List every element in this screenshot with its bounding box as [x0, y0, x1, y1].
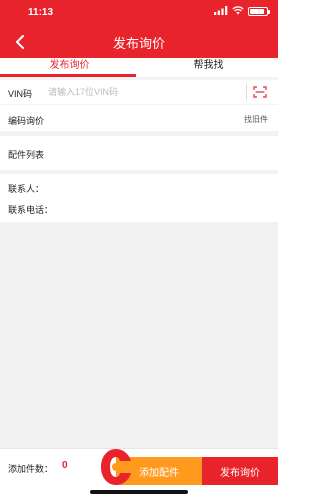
status-icons: [214, 6, 270, 16]
page-title: 发布询价: [112, 36, 165, 51]
empty-area: [0, 222, 278, 448]
code-inquiry-label: 编码询价: [8, 116, 45, 126]
scan-icon[interactable]: [253, 86, 267, 98]
logo-icon: [101, 449, 131, 485]
tab-help-me-find[interactable]: 帮我找: [139, 58, 278, 78]
publish-inquiry-button[interactable]: 发布询价: [202, 457, 278, 485]
vin-input[interactable]: [48, 84, 238, 100]
find-old-part-link[interactable]: 找旧件: [244, 114, 268, 125]
contact-name-label: 联系人：: [8, 184, 45, 194]
contact-phone-label: 联系电话：: [8, 205, 54, 215]
divider: [246, 84, 247, 100]
wifi-icon: [232, 2, 244, 20]
code-inquiry-row[interactable]: 编码询价 找旧件: [0, 105, 278, 131]
vin-row: VIN码: [0, 80, 278, 104]
parts-list-header: 配件列表: [0, 136, 278, 170]
signal-icon: [214, 2, 228, 20]
vin-label: VIN码: [8, 89, 33, 99]
part-count-label: 添加件数：: [8, 464, 54, 474]
battery-icon: [248, 6, 270, 16]
contact-block: 联系人： 联系电话：: [0, 174, 278, 222]
top-bar: 11:13 发布询价: [0, 0, 278, 58]
battery-level: [250, 8, 264, 14]
part-count-value: 0: [62, 460, 68, 471]
status-time: 11:13: [28, 7, 54, 18]
parts-list-label: 配件列表: [8, 150, 45, 160]
home-indicator: [90, 490, 188, 494]
bottom-bar: 添加件数： 0 添加配件 发布询价: [0, 448, 278, 486]
